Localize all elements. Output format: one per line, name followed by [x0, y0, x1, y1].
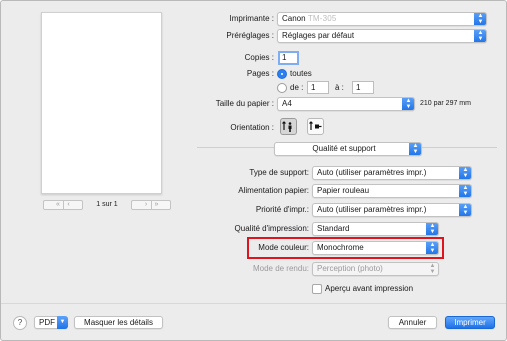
- print-dialog: «‹ 1 sur 1 ›» Imprimante : Canon TM-305 …: [0, 0, 507, 341]
- pages-to-field[interactable]: 1: [352, 81, 374, 94]
- print-quality-popup[interactable]: Standard ▲ ▼: [312, 222, 439, 236]
- print-priority-popup[interactable]: Auto (utiliser paramètres impr.) ▲ ▼: [312, 203, 472, 217]
- previous-page-icon[interactable]: ‹: [63, 201, 73, 209]
- media-type-value: Auto (utiliser paramètres impr.): [317, 168, 427, 177]
- popup-arrows-icon: ▲ ▼: [426, 242, 438, 254]
- media-type-popup[interactable]: Auto (utiliser paramètres impr.) ▲ ▼: [312, 166, 472, 180]
- popup-arrows-icon: ▲ ▼: [474, 13, 486, 25]
- help-button[interactable]: ?: [13, 316, 27, 330]
- first-page-icon[interactable]: «: [53, 201, 63, 209]
- copies-field[interactable]: 1: [278, 51, 299, 65]
- preview-first-prev-buttons[interactable]: «‹: [43, 200, 83, 210]
- paper-source-popup[interactable]: Papier rouleau ▲ ▼: [312, 184, 472, 198]
- printer-model-blurred: TM-305: [307, 14, 337, 23]
- pages-all-label: toutes: [290, 69, 312, 78]
- rendering-mode-label: Mode de rendu:: [252, 264, 309, 273]
- print-preview-checkbox[interactable]: [312, 284, 322, 294]
- popup-arrows-icon: ▲ ▼: [459, 167, 471, 179]
- landscape-icon: [309, 121, 322, 130]
- popup-arrows-icon: ▲ ▼: [402, 98, 414, 110]
- last-page-icon[interactable]: »: [151, 201, 161, 209]
- print-preview-page: [41, 12, 162, 194]
- printer-popup[interactable]: Canon TM-305 ▲ ▼: [277, 12, 487, 26]
- pages-from-field[interactable]: 1: [307, 81, 329, 94]
- pdf-label: PDF: [39, 318, 55, 327]
- paper-source-label: Alimentation papier:: [238, 186, 309, 195]
- color-mode-popup[interactable]: Monochrome ▲ ▼: [312, 241, 439, 255]
- section-popup[interactable]: Qualité et support ▲ ▼: [274, 142, 422, 156]
- paper-dimensions: 210 par 297 mm: [420, 100, 471, 107]
- hide-details-button[interactable]: Masquer les détails: [74, 316, 163, 329]
- presets-label: Préréglages :: [226, 31, 274, 40]
- rendering-mode-value: Perception (photo): [317, 264, 383, 273]
- paper-size-label: Taille du papier :: [215, 99, 274, 108]
- portrait-icon: [282, 121, 292, 132]
- orientation-portrait-button[interactable]: [280, 118, 297, 135]
- color-mode-label: Mode couleur:: [258, 243, 309, 252]
- print-button[interactable]: Imprimer: [445, 316, 495, 329]
- print-priority-label: Priorité d'impr.:: [255, 205, 309, 214]
- popup-arrows-icon: ▲ ▼: [474, 30, 486, 42]
- printer-name: Canon: [282, 14, 306, 23]
- pages-to-label: à :: [335, 83, 344, 92]
- copies-label: Copies :: [244, 53, 274, 62]
- print-quality-label: Qualité d'impression:: [234, 224, 309, 233]
- chevron-down-icon: ▼: [57, 316, 68, 329]
- print-preview-label: Aperçu avant impression: [325, 284, 414, 293]
- presets-popup[interactable]: Réglages par défaut ▲ ▼: [277, 29, 487, 43]
- paper-size-popup[interactable]: A4 ▲ ▼: [277, 97, 415, 111]
- section-value: Qualité et support: [312, 144, 376, 153]
- orientation-landscape-button[interactable]: [307, 118, 324, 135]
- paper-size-value: A4: [282, 99, 292, 108]
- footer-divider: [1, 303, 506, 304]
- printer-label: Imprimante :: [229, 14, 274, 23]
- preview-next-last-buttons[interactable]: ›»: [131, 200, 171, 210]
- cancel-button[interactable]: Annuler: [388, 316, 437, 329]
- orientation-label: Orientation :: [230, 123, 274, 132]
- color-mode-value: Monochrome: [317, 243, 364, 252]
- popup-arrows-icon: ▲ ▼: [426, 223, 438, 235]
- popup-arrows-icon: ▲ ▼: [459, 204, 471, 216]
- rendering-mode-popup: Perception (photo) ▲ ▼: [312, 262, 439, 276]
- pdf-menu-button[interactable]: PDF ▼: [34, 316, 68, 329]
- pages-from-label: de :: [290, 83, 304, 92]
- page-indicator: 1 sur 1: [96, 201, 118, 208]
- pages-all-radio[interactable]: [277, 69, 287, 79]
- media-type-label: Type de support:: [249, 168, 309, 177]
- print-quality-value: Standard: [317, 224, 350, 233]
- popup-arrows-icon: ▲ ▼: [409, 143, 421, 155]
- paper-source-value: Papier rouleau: [317, 186, 370, 195]
- pages-range-radio[interactable]: [277, 83, 287, 93]
- popup-arrows-icon: ▲ ▼: [429, 263, 436, 275]
- print-priority-value: Auto (utiliser paramètres impr.): [317, 205, 427, 214]
- presets-value: Réglages par défaut: [282, 31, 355, 40]
- next-page-icon[interactable]: ›: [141, 201, 151, 209]
- pages-label: Pages :: [246, 69, 274, 78]
- popup-arrows-icon: ▲ ▼: [459, 185, 471, 197]
